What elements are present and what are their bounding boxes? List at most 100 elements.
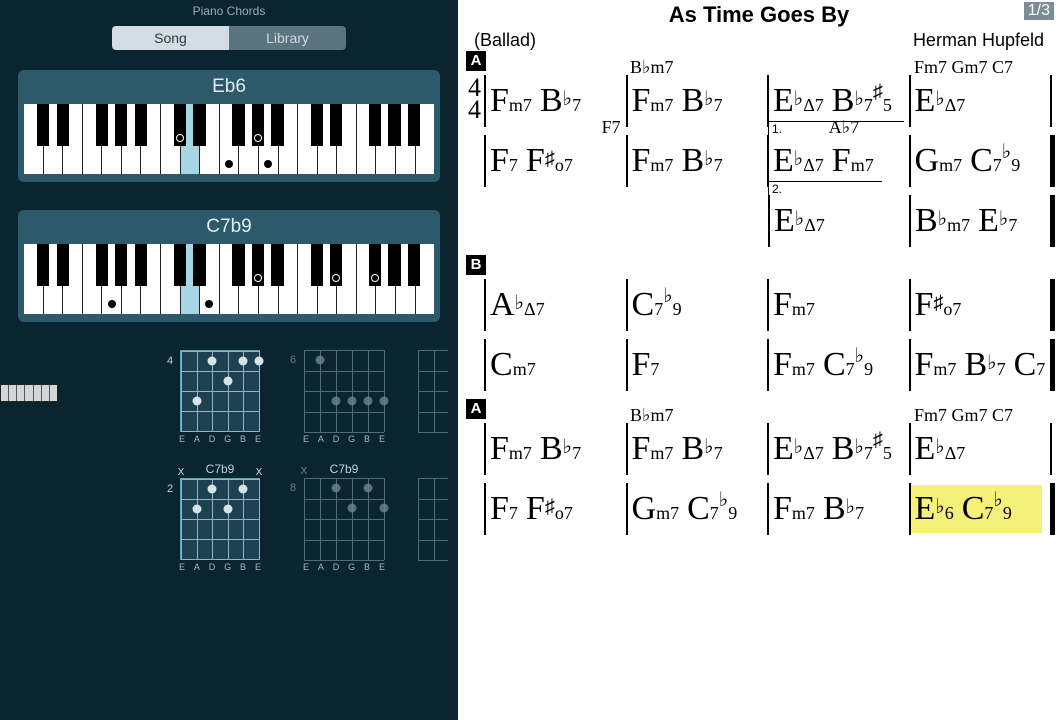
chord-symbol[interactable]: Fm7 bbox=[773, 346, 815, 384]
string-letters: EADGBE bbox=[303, 434, 385, 444]
piano-chord-label: C7b9 bbox=[18, 210, 440, 244]
chord-symbol[interactable]: Gm7 bbox=[632, 490, 680, 528]
time-signature: 44 bbox=[468, 77, 481, 121]
measure[interactable]: Fm7 bbox=[767, 279, 909, 331]
measure[interactable]: Fm7C7♭9 bbox=[767, 339, 909, 391]
composer-label: Herman Hupfeld bbox=[913, 30, 1044, 51]
chord-symbol[interactable]: Fm7 bbox=[632, 430, 674, 468]
chord-symbol[interactable]: B♭7 bbox=[823, 490, 864, 528]
measure[interactable]: Fm7B♭7 bbox=[484, 423, 626, 475]
measure[interactable]: Cm7 bbox=[484, 339, 626, 391]
chord-panel: Piano Chords Song Library Eb6 bbox=[0, 0, 458, 720]
guitar-row: 4 EADGBE 6 EADGBE 10 bbox=[0, 350, 458, 444]
keyboard-map-icon[interactable] bbox=[0, 384, 58, 402]
chord-symbol[interactable]: B♭7 bbox=[540, 430, 581, 468]
chord-symbol[interactable]: Fm7 bbox=[773, 286, 815, 324]
fret-number: 6 bbox=[290, 354, 296, 366]
measure[interactable]: E♭Δ7 bbox=[768, 195, 909, 247]
chord-symbol[interactable]: Fm7 bbox=[915, 346, 957, 384]
chord-symbol[interactable]: Fm7 bbox=[490, 82, 532, 120]
chord-symbol[interactable]: F7 bbox=[490, 142, 518, 180]
chord-symbol[interactable]: B♭7 bbox=[964, 346, 1005, 384]
measure[interactable]: F7 bbox=[626, 339, 768, 391]
fret-number: 8 bbox=[290, 482, 296, 494]
measure[interactable]: Fm7B♭7 bbox=[767, 483, 909, 535]
measure[interactable]: E♭Δ7Fm7 bbox=[767, 135, 909, 187]
chord-symbol[interactable]: Gm7 bbox=[915, 142, 963, 180]
guitar-chord-label: C7b9 bbox=[294, 462, 394, 476]
measure[interactable]: Fm7B♭7 bbox=[626, 135, 768, 187]
measure[interactable]: A♭Δ7 bbox=[484, 279, 626, 331]
piano-keyboard bbox=[24, 104, 434, 174]
chord-symbol[interactable]: F7 bbox=[490, 490, 518, 528]
volta-2: 2. bbox=[768, 181, 882, 195]
chord-symbol[interactable]: E♭Δ7 bbox=[773, 430, 824, 468]
measure[interactable]: B♭m7E♭7 bbox=[909, 195, 1052, 247]
guitar-diagram[interactable]: C7b9 XX 2 EADGBE bbox=[170, 462, 270, 572]
guitar-diagram[interactable]: 6 EADGBE bbox=[294, 350, 394, 444]
chord-symbol[interactable]: E♭Δ7 bbox=[915, 82, 966, 120]
piano-card-c7b9[interactable]: C7b9 bbox=[18, 210, 440, 322]
chord-symbol[interactable]: Fm7 bbox=[490, 430, 532, 468]
chord-symbol[interactable]: C7♭9 bbox=[632, 286, 682, 324]
page-indicator: 1/3 bbox=[1024, 2, 1054, 20]
chord-symbol[interactable]: Cm7 bbox=[490, 346, 536, 384]
chord-symbol[interactable]: C7♭9 bbox=[687, 490, 737, 528]
chord-symbol[interactable]: E♭Δ7 bbox=[773, 82, 824, 120]
chord-symbol[interactable]: F♯o7 bbox=[915, 286, 962, 324]
tab-song[interactable]: Song bbox=[112, 26, 229, 50]
chord-symbol[interactable]: B♭m7 bbox=[915, 202, 970, 240]
chord-symbol[interactable]: Fm7 bbox=[832, 142, 874, 180]
measure[interactable]: Fm7B♭7C7 bbox=[909, 339, 1053, 391]
measure[interactable]: Gm7C7♭9 bbox=[909, 135, 1053, 187]
chord-symbol[interactable]: C7♭9 bbox=[823, 346, 873, 384]
measure[interactable]: Gm7C7♭9 bbox=[626, 483, 768, 535]
measure[interactable]: Fm7B♭7 bbox=[626, 423, 768, 475]
chord-symbol[interactable]: B♭7 bbox=[681, 82, 722, 120]
chord-symbol[interactable]: Fm7 bbox=[632, 142, 674, 180]
section-badge-b: B bbox=[466, 255, 486, 275]
chord-symbol[interactable]: B♭7 bbox=[681, 430, 722, 468]
guitar-diagram[interactable]: 10 bbox=[418, 350, 448, 444]
chord-symbol[interactable]: F7 bbox=[632, 346, 660, 384]
chord-symbol[interactable]: Fm7 bbox=[632, 82, 674, 120]
measure[interactable]: E♭6C7♭9 bbox=[909, 483, 1053, 535]
chord-symbol[interactable]: B♭7♯5 bbox=[832, 82, 892, 120]
fret-number: 2 bbox=[167, 483, 173, 495]
chord-symbol[interactable]: Fm7 bbox=[773, 490, 815, 528]
current-measure-highlight: E♭6C7♭9 bbox=[911, 485, 1043, 533]
chord-symbol[interactable]: E♭Δ7 bbox=[774, 202, 825, 240]
panel-title: Piano Chords bbox=[0, 0, 458, 26]
string-letters: EADGBE bbox=[303, 562, 385, 572]
lead-sheet[interactable]: 1/3 As Time Goes By (Ballad) Herman Hupf… bbox=[458, 0, 1058, 720]
chord-symbol[interactable]: E♭7 bbox=[978, 202, 1017, 240]
string-letters: EADGBE bbox=[179, 434, 261, 444]
piano-card-eb6[interactable]: Eb6 bbox=[18, 70, 440, 182]
guitar-diagram[interactable]: 9 bbox=[418, 462, 448, 572]
tab-library[interactable]: Library bbox=[229, 26, 346, 50]
chord-symbol[interactable]: E♭Δ7 bbox=[915, 430, 966, 468]
section-badge-a: A bbox=[466, 51, 486, 71]
measure[interactable]: F7F♯o7 bbox=[484, 135, 626, 187]
chord-symbol[interactable]: C7♭9 bbox=[962, 490, 1012, 528]
chord-symbol[interactable]: F♯o7 bbox=[526, 142, 573, 180]
chord-symbol[interactable]: E♭Δ7 bbox=[773, 142, 824, 180]
measure[interactable]: E♭Δ7 bbox=[909, 423, 1053, 475]
guitar-row: C7b9 XX 2 EADGBE C7b9 X 8 EADGBE bbox=[0, 462, 458, 572]
measure[interactable]: F7F♯o7 bbox=[484, 483, 626, 535]
guitar-diagram[interactable]: C7b9 X 8 EADGBE bbox=[294, 462, 394, 572]
chord-symbol[interactable]: E♭6 bbox=[915, 490, 954, 528]
guitar-diagram[interactable]: 4 EADGBE bbox=[170, 350, 270, 444]
section-badge-a2: A bbox=[466, 399, 486, 419]
chord-symbol[interactable]: B♭7♯5 bbox=[832, 430, 892, 468]
measure[interactable]: F♯o7 bbox=[909, 279, 1053, 331]
chord-symbol[interactable]: B♭7 bbox=[681, 142, 722, 180]
chord-symbol[interactable]: F♯o7 bbox=[526, 490, 573, 528]
chord-symbol[interactable]: C7♭9 bbox=[970, 142, 1020, 180]
piano-chord-label: Eb6 bbox=[18, 70, 440, 104]
measure[interactable]: E♭Δ7B♭7♯5 bbox=[767, 423, 909, 475]
chord-symbol[interactable]: A♭Δ7 bbox=[490, 286, 545, 324]
chord-symbol[interactable]: B♭7 bbox=[540, 82, 581, 120]
chord-symbol[interactable]: C7 bbox=[1014, 346, 1046, 384]
measure[interactable]: C7♭9 bbox=[626, 279, 768, 331]
